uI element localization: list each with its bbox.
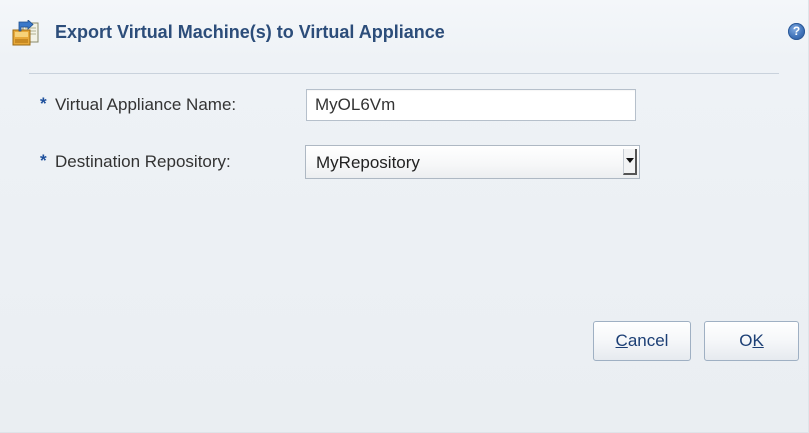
required-marker: * xyxy=(40,94,47,113)
chevron-down-icon[interactable] xyxy=(623,149,637,175)
ok-button[interactable]: OK xyxy=(704,321,799,361)
appliance-name-label: Virtual Appliance Name: xyxy=(55,95,237,114)
header-divider xyxy=(29,73,779,74)
export-dialog: Export Virtual Machine(s) to Virtual App… xyxy=(0,0,809,433)
dialog-title: Export Virtual Machine(s) to Virtual App… xyxy=(55,22,445,42)
cancel-label-rest: ancel xyxy=(627,331,669,350)
export-appliance-icon xyxy=(11,19,41,48)
ok-label-prefix: O xyxy=(739,331,753,350)
destination-repository-value: MyRepository xyxy=(316,153,420,172)
required-marker: * xyxy=(40,151,47,170)
help-icon[interactable]: ? xyxy=(788,23,805,40)
cancel-mnemonic: C xyxy=(615,331,628,350)
cancel-button[interactable]: Cancel xyxy=(593,321,691,361)
destination-repository-select[interactable]: MyRepository xyxy=(305,145,640,179)
ok-mnemonic: K xyxy=(752,331,764,350)
dialog-header: Export Virtual Machine(s) to Virtual App… xyxy=(0,0,809,66)
destination-repository-label: Destination Repository: xyxy=(55,152,231,171)
appliance-name-input[interactable] xyxy=(306,89,636,121)
